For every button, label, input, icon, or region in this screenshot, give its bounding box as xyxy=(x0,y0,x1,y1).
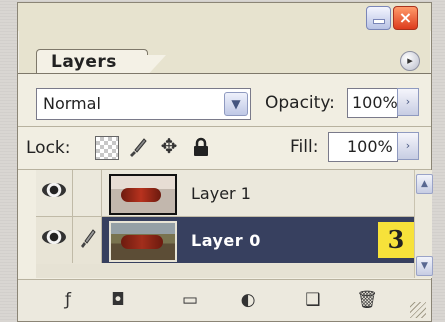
layers-list-empty-space xyxy=(36,264,414,278)
step-badge: 3 xyxy=(378,222,414,258)
fill-value: 100% xyxy=(347,137,393,156)
opacity-field[interactable]: 100% xyxy=(347,88,398,118)
new-group-folder-icon[interactable]: ▭ xyxy=(178,289,202,311)
visibility-toggle[interactable] xyxy=(36,170,73,216)
visibility-toggle[interactable] xyxy=(36,217,73,263)
lock-move-icon[interactable]: ✥ xyxy=(158,136,180,158)
fill-slider-arrow-icon[interactable]: › xyxy=(397,132,419,160)
layer-thumbnail xyxy=(109,221,177,262)
title-bar: × xyxy=(18,3,431,31)
layer-link-cell[interactable] xyxy=(73,170,102,216)
minimize-icon[interactable] xyxy=(366,6,391,30)
divider xyxy=(18,126,431,127)
adjustment-layer-icon[interactable]: ◐ xyxy=(236,289,260,311)
layers-bottom-toolbar: ƒ ◘ ▭ ◐ ❑ 🗑 xyxy=(18,280,431,321)
trash-icon[interactable]: 🗑 xyxy=(355,289,379,311)
close-button[interactable]: × xyxy=(393,6,418,30)
tab-layers[interactable]: Layers xyxy=(36,49,148,74)
layer-mask-icon[interactable]: ◘ xyxy=(106,289,130,311)
lock-brush-icon[interactable] xyxy=(126,136,148,158)
lock-transparency-icon[interactable] xyxy=(95,136,119,160)
layer-thumbnail xyxy=(109,174,177,215)
layers-scrollbar[interactable]: ▲ ▼ xyxy=(414,170,433,278)
new-layer-icon[interactable]: ❑ xyxy=(301,289,325,311)
layer-name: Layer 1 xyxy=(191,184,251,203)
layers-list: Layer 1 Layer 0 3 xyxy=(36,170,414,278)
blend-mode-value: Normal xyxy=(43,94,101,113)
layer-style-icon[interactable]: ƒ xyxy=(56,289,80,311)
layer-link-cell[interactable] xyxy=(73,217,102,263)
brush-icon xyxy=(79,227,97,254)
eye-icon xyxy=(42,183,66,197)
opacity-value: 100% xyxy=(352,93,398,112)
panel-menu-arrow-icon[interactable]: ▸ xyxy=(400,51,420,71)
layer-row-layer-1[interactable]: Layer 1 xyxy=(36,170,414,217)
tab-row: Layers ▸ xyxy=(18,31,431,79)
chevron-down-icon[interactable]: ▼ xyxy=(224,92,248,116)
lock-label: Lock: xyxy=(26,138,71,158)
resize-grip-icon[interactable] xyxy=(410,302,426,318)
fill-label: Fill: xyxy=(290,137,319,157)
scroll-down-icon[interactable]: ▼ xyxy=(416,256,433,276)
eye-icon xyxy=(42,230,66,244)
layers-panel-window: × Layers ▸ Normal ▼ Opacity: 100% › Lock… xyxy=(17,2,433,322)
layer-name: Layer 0 xyxy=(191,231,261,250)
opacity-label: Opacity: xyxy=(265,93,335,113)
fill-field[interactable]: 100% xyxy=(328,132,398,162)
scroll-up-icon[interactable]: ▲ xyxy=(416,174,433,194)
opacity-slider-arrow-icon[interactable]: › xyxy=(397,88,419,116)
blend-mode-select[interactable]: Normal ▼ xyxy=(36,88,251,120)
lock-all-icon[interactable] xyxy=(190,136,212,158)
layer-row-layer-0[interactable]: Layer 0 3 xyxy=(36,217,414,263)
tab-layers-label: Layers xyxy=(51,52,117,72)
panel-body: Normal ▼ Opacity: 100% › Lock: ✥ Fill: 1… xyxy=(18,74,433,321)
